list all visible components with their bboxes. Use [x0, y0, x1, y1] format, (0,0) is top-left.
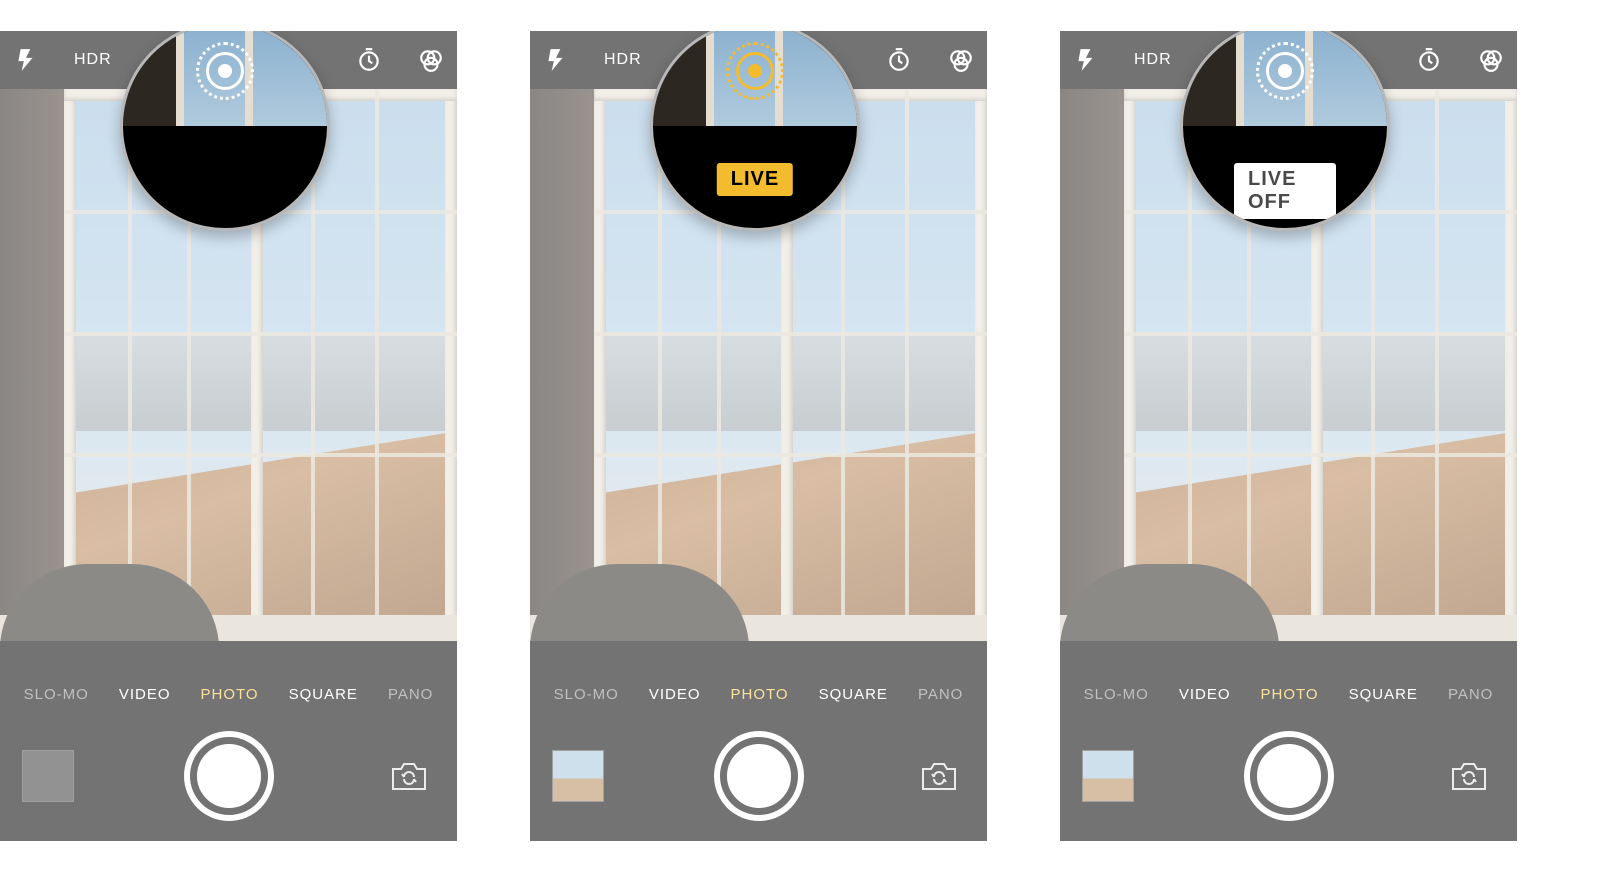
- live-photo-icon-zoom: [1256, 42, 1314, 100]
- flash-icon[interactable]: [1072, 46, 1100, 74]
- camera-controls: [0, 711, 457, 841]
- live-photo-icon-zoom: [196, 42, 254, 100]
- phone-screen-2: HDR SLO-MO VIDEO PHOTO SQUARE PANO: [530, 31, 987, 841]
- phone-screen-1: HDR SLO-MO VIDEO PHOTO SQUARE PANO: [0, 31, 457, 841]
- live-badge: LIVE: [717, 163, 793, 196]
- mode-video[interactable]: VIDEO: [119, 686, 171, 703]
- mode-slo-mo[interactable]: SLO-MO: [554, 686, 619, 703]
- shutter-button[interactable]: [190, 737, 268, 815]
- mode-photo[interactable]: PHOTO: [731, 686, 789, 703]
- mode-pano[interactable]: PANO: [388, 686, 433, 703]
- mode-slo-mo[interactable]: SLO-MO: [24, 686, 89, 703]
- flash-icon[interactable]: [542, 46, 570, 74]
- mode-selector[interactable]: SLO-MO VIDEO PHOTO SQUARE PANO: [0, 677, 457, 711]
- filters-icon[interactable]: [947, 46, 975, 74]
- live-photo-icon-zoom: [726, 42, 784, 100]
- switch-camera-icon[interactable]: [913, 756, 965, 796]
- last-photo-thumbnail[interactable]: [552, 750, 604, 802]
- tutorial-triptych: HDR SLO-MO VIDEO PHOTO SQUARE PANO: [0, 0, 1600, 869]
- mode-square[interactable]: SQUARE: [289, 686, 358, 703]
- switch-camera-icon[interactable]: [1443, 756, 1495, 796]
- hdr-toggle[interactable]: HDR: [1134, 51, 1172, 69]
- switch-camera-icon[interactable]: [383, 756, 435, 796]
- timer-icon[interactable]: [885, 46, 913, 74]
- timer-icon[interactable]: [355, 46, 383, 74]
- shutter-button[interactable]: [1250, 737, 1328, 815]
- mode-video[interactable]: VIDEO: [649, 686, 701, 703]
- shutter-button[interactable]: [720, 737, 798, 815]
- filters-icon[interactable]: [1477, 46, 1505, 74]
- camera-controls: [1060, 711, 1517, 841]
- mode-square[interactable]: SQUARE: [819, 686, 888, 703]
- hdr-toggle[interactable]: HDR: [604, 51, 642, 69]
- mode-photo[interactable]: PHOTO: [201, 686, 259, 703]
- mode-pano[interactable]: PANO: [918, 686, 963, 703]
- hdr-toggle[interactable]: HDR: [74, 51, 112, 69]
- last-photo-thumbnail[interactable]: [1082, 750, 1134, 802]
- last-photo-thumbnail[interactable]: [22, 750, 74, 802]
- mode-pano[interactable]: PANO: [1448, 686, 1493, 703]
- mode-slo-mo[interactable]: SLO-MO: [1084, 686, 1149, 703]
- timer-icon[interactable]: [1415, 46, 1443, 74]
- camera-controls: [530, 711, 987, 841]
- mode-square[interactable]: SQUARE: [1349, 686, 1418, 703]
- mode-selector[interactable]: SLO-MO VIDEO PHOTO SQUARE PANO: [530, 677, 987, 711]
- mode-selector[interactable]: SLO-MO VIDEO PHOTO SQUARE PANO: [1060, 677, 1517, 711]
- live-off-badge: LIVE OFF: [1234, 163, 1336, 219]
- phone-screen-3: HDR SLO-MO VIDEO PHOTO SQUARE PANO: [1060, 31, 1517, 841]
- mode-photo[interactable]: PHOTO: [1261, 686, 1319, 703]
- filters-icon[interactable]: [417, 46, 445, 74]
- mode-video[interactable]: VIDEO: [1179, 686, 1231, 703]
- flash-icon[interactable]: [12, 46, 40, 74]
